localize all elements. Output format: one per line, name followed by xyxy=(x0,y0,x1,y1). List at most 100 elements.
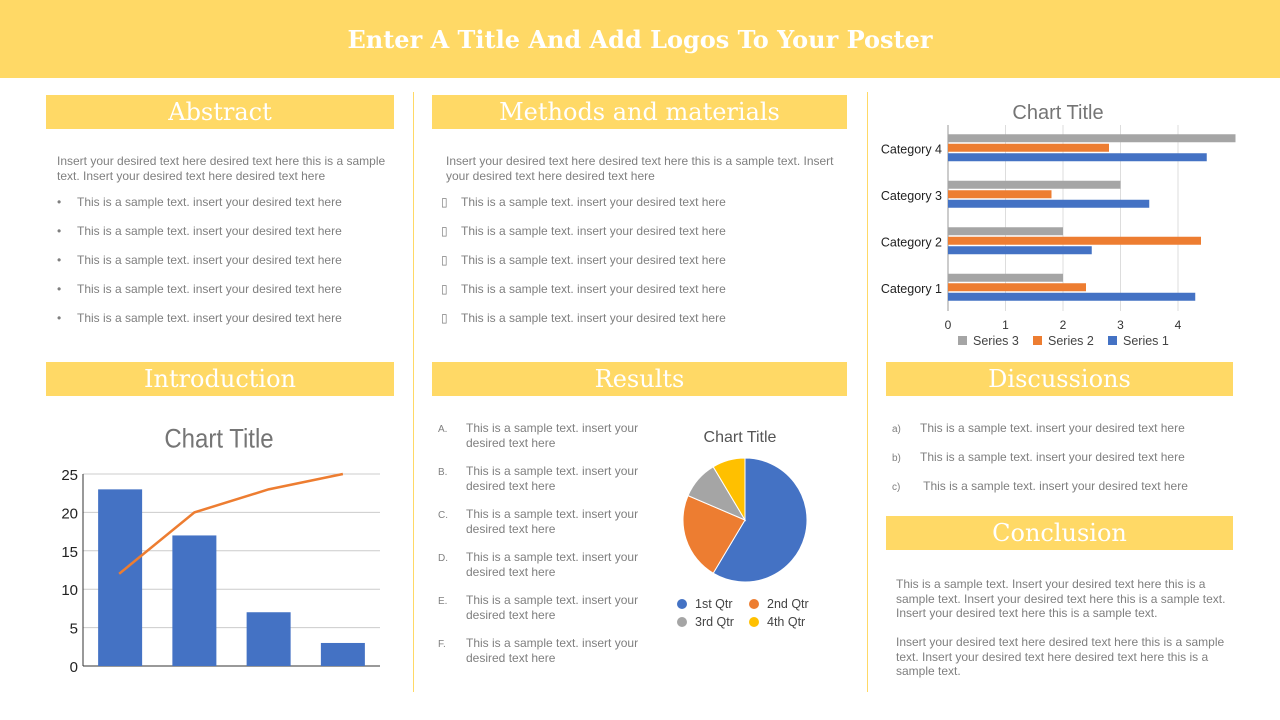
bar-series-2 xyxy=(948,283,1086,292)
legend-label: 2nd Qtr xyxy=(767,597,809,611)
chart-title: Chart Title xyxy=(164,425,273,454)
category-label: Category 4 xyxy=(881,142,942,156)
list-item: c) This is a sample text. insert your de… xyxy=(892,479,1232,496)
bar xyxy=(172,535,217,666)
list-marker: C. xyxy=(438,510,448,521)
list-item: • This is a sample text. insert your desi… xyxy=(57,195,342,209)
list-marker: E. xyxy=(438,596,448,607)
list-item-text: This is a sample text. insert your desir… xyxy=(77,253,342,267)
list-item: • This is a sample text. insert your desi… xyxy=(57,282,342,296)
bar-series-2 xyxy=(948,236,1201,245)
list-item: C. This is a sample text. insert your des… xyxy=(438,507,648,536)
list-item-text: This is a sample text. insert your desir… xyxy=(77,311,342,325)
bar xyxy=(98,489,143,666)
list-item-text: This is a sample text. insert your desir… xyxy=(920,450,1185,464)
legend-swatch xyxy=(677,617,687,627)
x-tick-label: 0 xyxy=(945,318,952,332)
chart-title: Chart Title xyxy=(704,429,777,446)
list-marker: a) xyxy=(892,424,901,435)
legend-swatch xyxy=(1108,336,1117,345)
legend-swatch xyxy=(1033,336,1042,345)
bar xyxy=(320,642,365,666)
list-marker: F. xyxy=(438,639,446,650)
list-item: ▯ This is a sample text. insert your desi… xyxy=(441,253,726,267)
x-tick-label: 4 xyxy=(1175,318,1182,332)
list-marker: A. xyxy=(438,424,448,435)
list-item-text: This is a sample text. insert your desir… xyxy=(461,311,726,325)
methods-heading: Methods and materials xyxy=(432,95,847,129)
y-tick-label: 0 xyxy=(70,659,78,676)
methods-paragraph: Insert your desired text here desired te… xyxy=(446,154,834,183)
intro-combo-chart: Chart Title 0 5 10 15 20 25 xyxy=(61,425,380,676)
y-tick-label: 5 xyxy=(70,621,78,638)
bar-series-1 xyxy=(948,153,1207,162)
x-tick-label: 1 xyxy=(1002,318,1009,332)
list-item: • This is a sample text. insert your desi… xyxy=(57,224,342,238)
legend-swatch xyxy=(958,336,967,345)
legend-label: 4th Qtr xyxy=(767,615,805,629)
list-item-text: This is a sample text. insert your desir… xyxy=(466,464,639,493)
bar-series-2 xyxy=(948,190,1052,199)
list-item: ▯ This is a sample text. insert your desi… xyxy=(441,311,726,325)
list-item-text: This is a sample text. insert your desir… xyxy=(461,195,726,209)
bullet-dot-icon: • xyxy=(57,311,62,325)
missing-glyph-box-icon: ▯ xyxy=(441,311,448,325)
legend-label: 3rd Qtr xyxy=(695,615,734,629)
bullet-dot-icon: • xyxy=(57,282,62,296)
results-pie-chart: Chart Title 1st Qtr 2nd Qtr 3rd Qtr 4th Qtr xyxy=(677,429,809,629)
legend-swatch xyxy=(677,599,687,609)
x-tick-label: 3 xyxy=(1117,318,1124,332)
results-heading: Results xyxy=(432,362,847,396)
bullet-dot-icon: • xyxy=(57,253,62,267)
bar-series-3 xyxy=(948,273,1063,282)
list-item: F. This is a sample text. insert your des… xyxy=(438,636,648,665)
list-marker: b) xyxy=(892,453,901,464)
list-item-text: This is a sample text. insert your desir… xyxy=(461,253,726,267)
bar-series-3 xyxy=(948,227,1063,236)
missing-glyph-box-icon: ▯ xyxy=(441,195,448,209)
legend-label: Series 2 xyxy=(1048,334,1094,348)
list-item-text: This is a sample text. insert your desir… xyxy=(466,593,639,622)
abstract-heading: Abstract xyxy=(46,95,394,129)
list-item: D. This is a sample text. insert your des… xyxy=(438,550,648,579)
category-label: Category 2 xyxy=(881,235,942,249)
column-divider xyxy=(867,92,868,692)
list-item-text: This is a sample text. insert your desir… xyxy=(77,195,342,209)
introduction-heading: Introduction xyxy=(46,362,394,396)
bar-series-3 xyxy=(948,180,1121,189)
list-item: ▯ This is a sample text. insert your desi… xyxy=(441,195,726,209)
list-item-text: This is a sample text. insert your desir… xyxy=(466,636,639,665)
abstract-paragraph: Insert your desired text here desired te… xyxy=(57,154,386,183)
list-item-text: This is a sample text. insert your desir… xyxy=(920,479,1188,493)
list-marker: D. xyxy=(438,553,448,564)
list-item: B. This is a sample text. insert your des… xyxy=(438,464,648,493)
list-item-text: This is a sample text. insert your desir… xyxy=(77,282,342,296)
list-item-text: This is a sample text. insert your desir… xyxy=(466,507,639,536)
list-item-text: This is a sample text. insert your desir… xyxy=(920,421,1185,435)
list-item-text: This is a sample text. insert your desir… xyxy=(461,282,726,296)
legend-swatch xyxy=(749,617,759,627)
legend-label: 1st Qtr xyxy=(695,597,733,611)
horizontal-bar-chart: Chart Title 0 1 2 3 4 Category 1 Category 2 Cate… xyxy=(881,102,1236,348)
missing-glyph-box-icon: ▯ xyxy=(441,253,448,267)
list-item: b) This is a sample text. insert your des… xyxy=(892,450,1232,467)
chart-title: Chart Title xyxy=(1012,102,1103,124)
missing-glyph-box-icon: ▯ xyxy=(441,282,448,296)
list-item: a) This is a sample text. insert your des… xyxy=(892,421,1232,438)
bar-series-1 xyxy=(948,199,1150,208)
category-label: Category 3 xyxy=(881,189,942,203)
legend-label: Series 3 xyxy=(973,334,1019,348)
y-tick-label: 20 xyxy=(61,505,78,522)
conclusion-paragraph: Insert your desired text here desired te… xyxy=(896,635,1225,678)
bar-series-2 xyxy=(948,143,1109,152)
list-item-text: This is a sample text. insert your desir… xyxy=(466,421,639,450)
list-item: ▯ This is a sample text. insert your desi… xyxy=(441,224,726,238)
discussions-heading: Discussions xyxy=(886,362,1233,396)
y-tick-label: 25 xyxy=(61,467,78,484)
list-item-text: This is a sample text. insert your desir… xyxy=(461,224,726,238)
list-item: • This is a sample text. insert your desi… xyxy=(57,253,342,267)
bar-series-1 xyxy=(948,246,1092,255)
list-item: ▯ This is a sample text. insert your desi… xyxy=(441,282,726,296)
poster-title: Enter A Title And Add Logos To Your Post… xyxy=(347,24,933,54)
list-item: A. This is a sample text. insert your des… xyxy=(438,421,648,450)
